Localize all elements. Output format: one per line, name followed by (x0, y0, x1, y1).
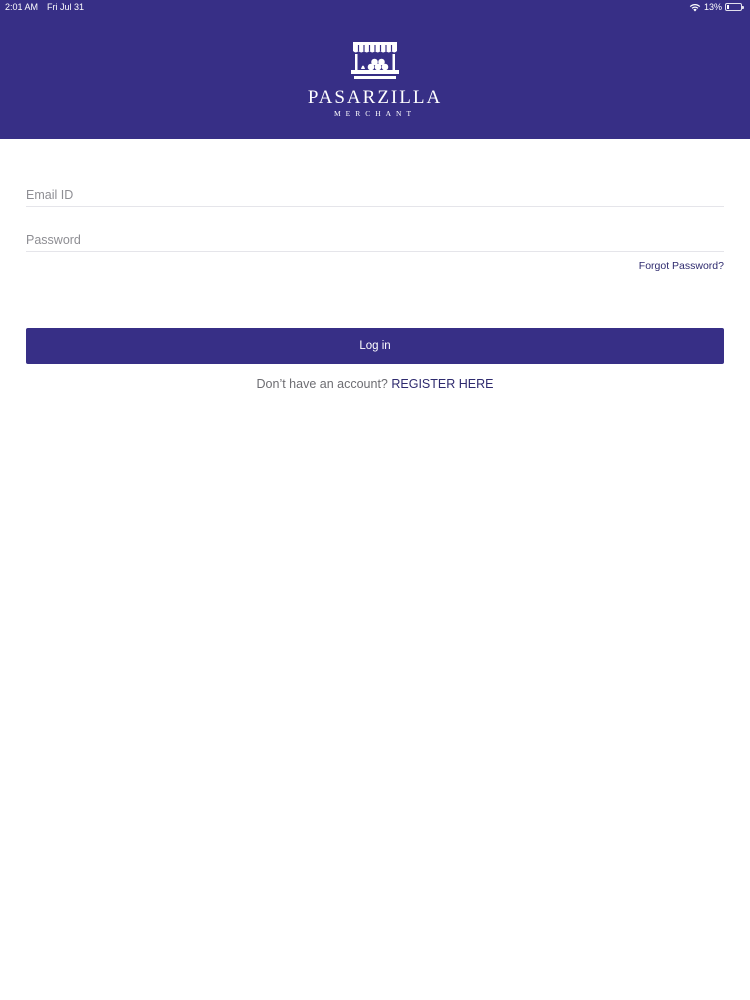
market-stall-icon (351, 42, 399, 79)
wifi-icon (689, 3, 701, 11)
header-banner: 2:01 AM Fri Jul 31 13% PASARZILLA MERCHA… (0, 0, 750, 139)
status-time: 2:01 AM (5, 2, 39, 12)
register-link[interactable]: REGISTER HERE (391, 377, 493, 391)
forgot-password-link[interactable]: Forgot Password? (639, 260, 724, 272)
status-date: Fri Jul 31 (47, 2, 85, 12)
password-input[interactable] (26, 228, 724, 251)
battery-level-fill (727, 5, 729, 9)
brand-name: PASARZILLA (307, 87, 443, 108)
email-input[interactable] (26, 183, 724, 206)
register-prompt: Don’t have an account? (256, 377, 392, 391)
battery-icon (725, 3, 744, 11)
password-field[interactable] (26, 228, 724, 252)
battery-percent: 13% (703, 2, 722, 12)
brand-subtitle: MERCHANT (333, 109, 417, 118)
email-field[interactable] (26, 183, 724, 207)
status-indicators: 13% (689, 0, 744, 14)
register-row: Don’t have an account? REGISTER HERE (0, 377, 750, 391)
login-button[interactable]: Log in (26, 328, 724, 364)
status-bar: 2:01 AM Fri Jul 31 13% (0, 0, 750, 14)
